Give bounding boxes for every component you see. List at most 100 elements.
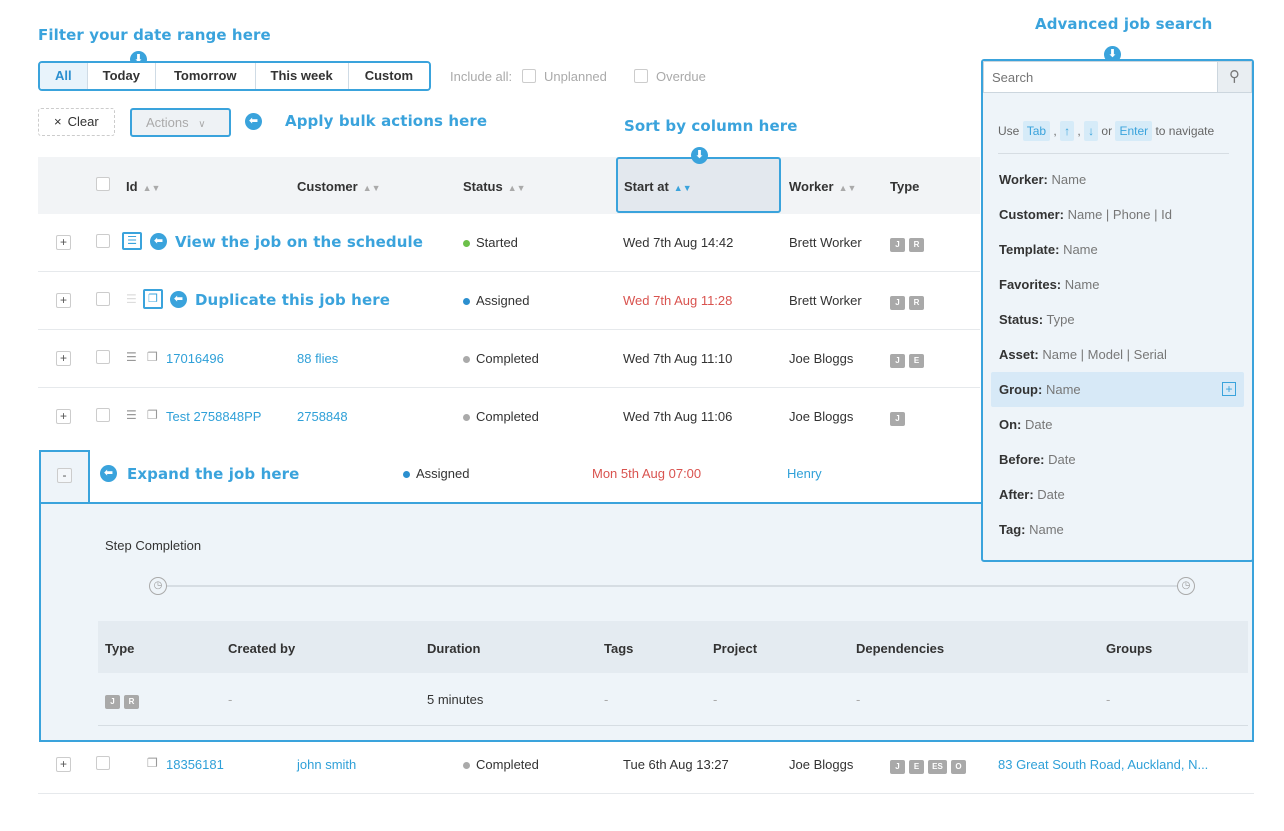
arrow-left-icon: ⬅ — [100, 465, 117, 482]
search-box: ⚲ — [983, 61, 1252, 93]
search-option-on[interactable]: On: Date — [991, 407, 1244, 442]
job-id-link[interactable]: 18356181 — [166, 757, 224, 772]
row-checkbox[interactable] — [96, 234, 110, 248]
select-all-checkbox[interactable] — [96, 177, 110, 191]
column-type[interactable]: Type — [890, 179, 919, 194]
overdue-checkbox[interactable] — [634, 69, 648, 83]
details-type-tags: JR — [105, 692, 143, 709]
column-worker[interactable]: Worker ▲▼ — [789, 179, 856, 194]
row-checkbox[interactable] — [96, 350, 110, 364]
search-option-favorites[interactable]: Favorites: Name — [991, 267, 1244, 302]
type-tags: JE — [890, 351, 928, 368]
sort-icon: ▲▼ — [507, 183, 526, 193]
details-col-created-by: Created by — [228, 641, 296, 656]
duplicate-icon[interactable]: ❐ — [147, 350, 158, 364]
worker-link[interactable]: Henry — [787, 466, 822, 481]
collapse-row-button[interactable]: - — [57, 468, 72, 483]
duplicate-icon[interactable]: ❐ — [143, 289, 163, 309]
column-start-at[interactable]: Start at ▲▼ — [616, 157, 781, 213]
search-icon[interactable]: ⚲ — [1217, 62, 1251, 92]
schedule-icon[interactable]: ☰ — [126, 350, 137, 364]
expand-row-button[interactable]: + — [56, 235, 71, 250]
add-icon[interactable]: + — [1222, 382, 1236, 396]
tab-tomorrow[interactable]: Tomorrow — [155, 63, 256, 89]
arrow-down-icon: ⬇ — [691, 147, 708, 164]
row-checkbox[interactable] — [96, 292, 110, 306]
column-status[interactable]: Status ▲▼ — [463, 179, 526, 194]
status-badge: Started — [463, 235, 518, 250]
annotation-filter: Filter your date range here — [38, 26, 271, 44]
search-option-after[interactable]: After: Date — [991, 477, 1244, 512]
search-option-before[interactable]: Before: Date — [991, 442, 1244, 477]
row-checkbox[interactable] — [96, 756, 110, 770]
tab-this-week[interactable]: This week — [255, 63, 349, 89]
job-id-link[interactable]: 17016496 — [166, 351, 224, 366]
type-tags: J — [890, 409, 909, 426]
tab-today[interactable]: Today — [87, 63, 156, 89]
details-dependencies: - — [856, 692, 861, 707]
search-option-tag[interactable]: Tag: Name — [991, 512, 1244, 547]
search-option-asset[interactable]: Asset: Name | Model | Serial — [991, 337, 1244, 372]
details-created-by: - — [228, 692, 233, 707]
search-option-worker[interactable]: Worker: Name — [991, 162, 1244, 197]
column-id[interactable]: Id ▲▼ — [126, 179, 160, 194]
search-option-status[interactable]: Status: Type — [991, 302, 1244, 337]
search-option-template[interactable]: Template: Name — [991, 232, 1244, 267]
expand-row-button[interactable]: + — [56, 351, 71, 366]
unplanned-checkbox[interactable] — [522, 69, 536, 83]
clock-icon: ◷ — [1177, 577, 1195, 595]
details-col-project: Project — [713, 641, 758, 656]
customer-link[interactable]: 2758848 — [297, 409, 348, 424]
start-time: Wed 7th Aug 11:10 — [623, 351, 733, 366]
row-checkbox[interactable] — [96, 408, 110, 422]
job-id-link[interactable]: Test 2758848PP — [166, 409, 261, 424]
annotation-sort: Sort by column here — [624, 117, 798, 135]
schedule-icon[interactable]: ☰ — [126, 292, 137, 306]
customer-link[interactable]: 88 flies — [297, 351, 338, 366]
worker-name: Joe Bloggs — [789, 409, 854, 424]
overdue-label: Overdue — [656, 69, 706, 84]
annotation-advanced-search: Advanced job search — [1035, 15, 1213, 33]
duplicate-icon[interactable]: ❐ — [147, 408, 158, 422]
search-option-group[interactable]: Group: Name + — [991, 372, 1244, 407]
expand-row-button[interactable]: + — [56, 757, 71, 772]
details-col-groups: Groups — [1106, 641, 1153, 656]
type-tags: JR — [890, 293, 928, 310]
worker-name: Joe Bloggs — [789, 757, 854, 772]
expand-row-button[interactable]: + — [56, 293, 71, 308]
details-project: - — [713, 692, 718, 707]
arrow-left-icon: ⬅ — [170, 291, 187, 308]
search-options-list: Worker: Name Customer: Name | Phone | Id… — [991, 162, 1244, 547]
details-col-tags: Tags — [604, 641, 634, 656]
status-badge: Completed — [463, 409, 539, 424]
schedule-icon[interactable]: ☰ — [122, 232, 142, 250]
search-option-customer[interactable]: Customer: Name | Phone | Id — [991, 197, 1244, 232]
details-tags: - — [604, 692, 609, 707]
clear-button[interactable]: × Clear — [38, 108, 115, 136]
search-input[interactable] — [984, 62, 1218, 92]
column-customer[interactable]: Customer ▲▼ — [297, 179, 381, 194]
tab-all[interactable]: All — [40, 63, 88, 89]
start-time: Wed 7th Aug 11:28 — [623, 293, 733, 308]
status-badge: Assigned — [403, 466, 469, 481]
sort-icon: ▲▼ — [673, 183, 692, 193]
address-link[interactable]: 83 Great South Road, Auckland, N... — [998, 757, 1208, 772]
expanded-row-tab: - — [39, 450, 90, 504]
details-col-dependencies: Dependencies — [856, 641, 945, 656]
sort-icon: ▲▼ — [362, 183, 381, 193]
close-icon: × — [54, 114, 62, 129]
duplicate-icon[interactable]: ❐ — [147, 756, 158, 770]
customer-link[interactable]: john smith — [297, 757, 356, 772]
worker-name: Brett Worker — [789, 235, 862, 250]
arrow-left-icon: ⬅ — [245, 113, 262, 130]
schedule-icon[interactable]: ☰ — [126, 408, 137, 422]
actions-dropdown[interactable]: Actions ∨ — [130, 108, 231, 137]
tab-custom[interactable]: Custom — [348, 63, 430, 89]
start-time: Tue 6th Aug 13:27 — [623, 757, 729, 772]
expand-row-button[interactable]: + — [56, 409, 71, 424]
status-badge: Assigned — [463, 293, 529, 308]
details-groups: - — [1106, 692, 1111, 707]
chevron-down-icon: ∨ — [198, 119, 206, 130]
start-time: Mon 5th Aug 07:00 — [592, 466, 702, 481]
status-badge: Completed — [463, 757, 539, 772]
